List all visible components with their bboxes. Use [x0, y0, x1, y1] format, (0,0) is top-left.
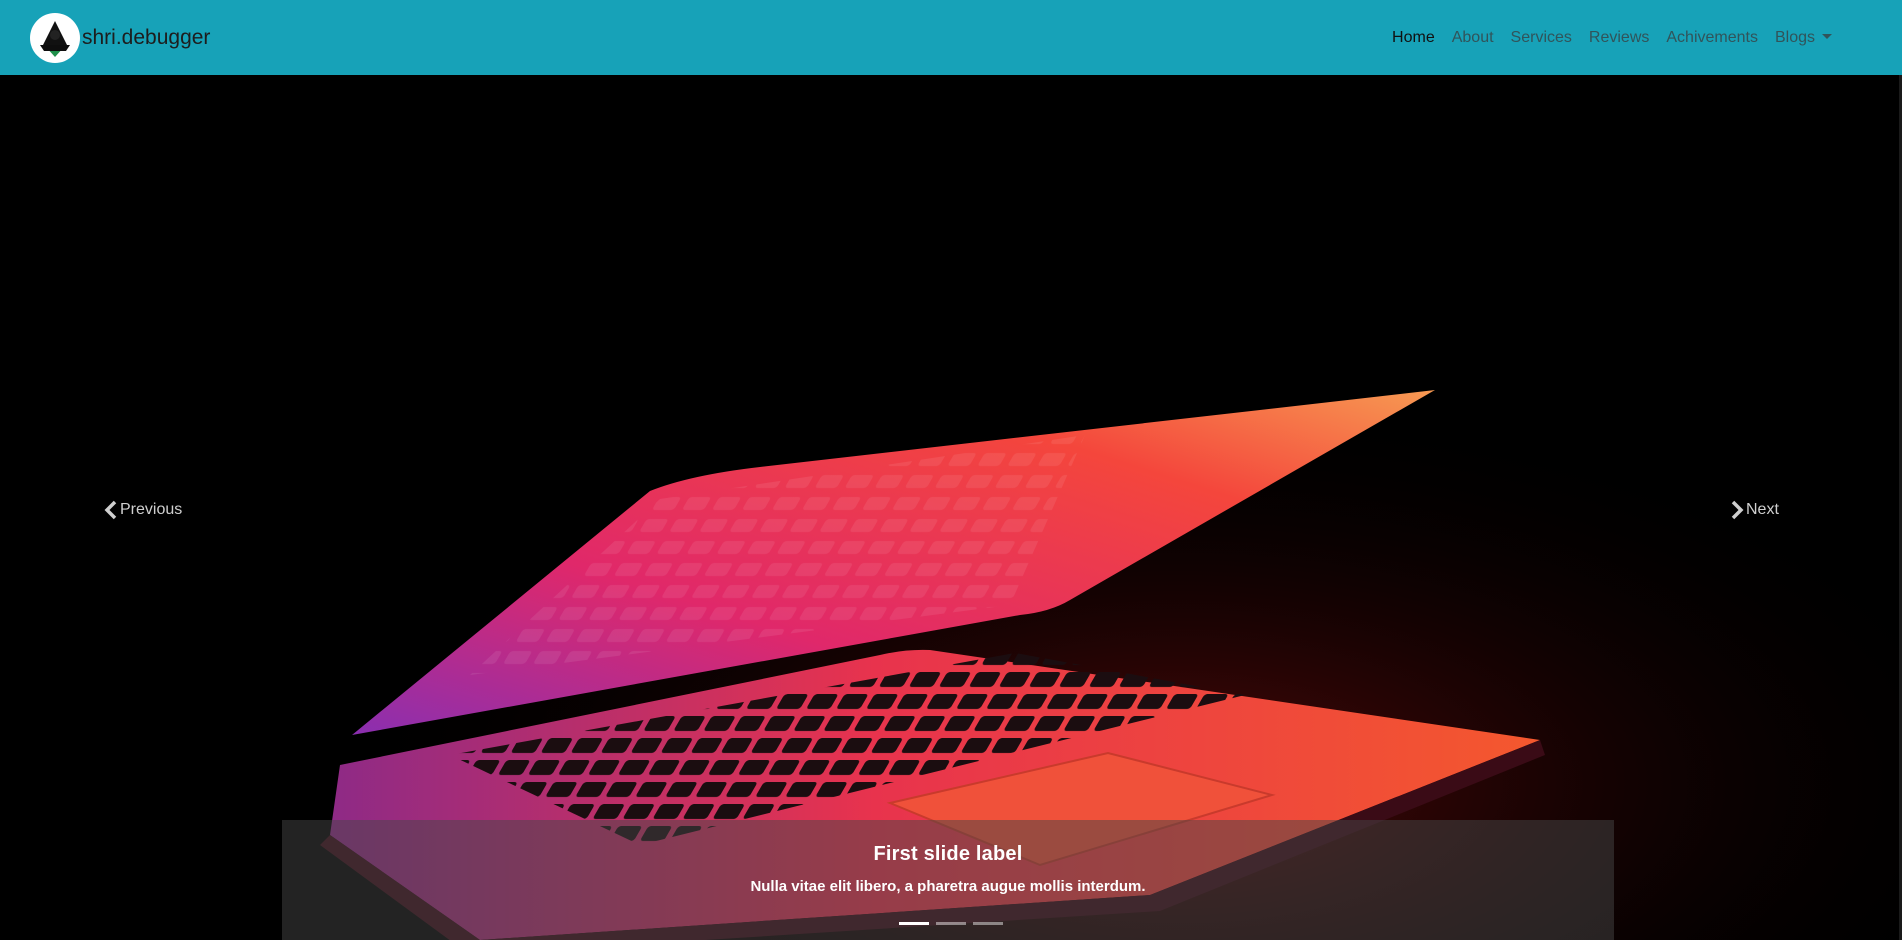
chevron-right-icon [1731, 500, 1744, 520]
nav-achivements[interactable]: Achivements [1666, 29, 1758, 47]
nav-services[interactable]: Services [1511, 29, 1572, 47]
hacker-avatar-icon [30, 12, 80, 63]
hero-carousel: Previous Next First slide label Nulla vi… [0, 75, 1902, 940]
carousel-prev-button[interactable]: Previous [104, 500, 182, 520]
caret-down-icon [1822, 33, 1832, 39]
nav-menu: Home About Services Reviews Achivements … [1392, 29, 1872, 47]
slide-image-laptop [0, 75, 1902, 940]
brand-name: shri.debugger [82, 25, 211, 49]
slide-caption-title: First slide label [873, 843, 1023, 865]
brand-link[interactable]: shri.debugger [30, 12, 211, 63]
chevron-left-icon [104, 500, 117, 520]
carousel-prev-label: Previous [120, 501, 183, 518]
carousel-indicator-2[interactable] [936, 922, 966, 925]
nav-blogs-dropdown[interactable]: Blogs [1775, 29, 1832, 47]
carousel-indicator-3[interactable] [973, 922, 1003, 925]
nav-reviews[interactable]: Reviews [1589, 29, 1649, 47]
carousel-indicator-1[interactable] [899, 922, 929, 925]
navbar: shri.debugger Home About Services Review… [0, 0, 1902, 75]
carousel-indicators [0, 922, 1902, 925]
slide-caption-text: Nulla vitae elit libero, a pharetra augu… [750, 878, 1146, 895]
carousel-next-button[interactable]: Next [1730, 500, 1779, 520]
nav-blogs-label: Blogs [1774, 28, 1815, 46]
nav-about[interactable]: About [1452, 29, 1494, 47]
nav-home[interactable]: Home [1392, 29, 1435, 47]
carousel-next-label: Next [1746, 501, 1779, 518]
